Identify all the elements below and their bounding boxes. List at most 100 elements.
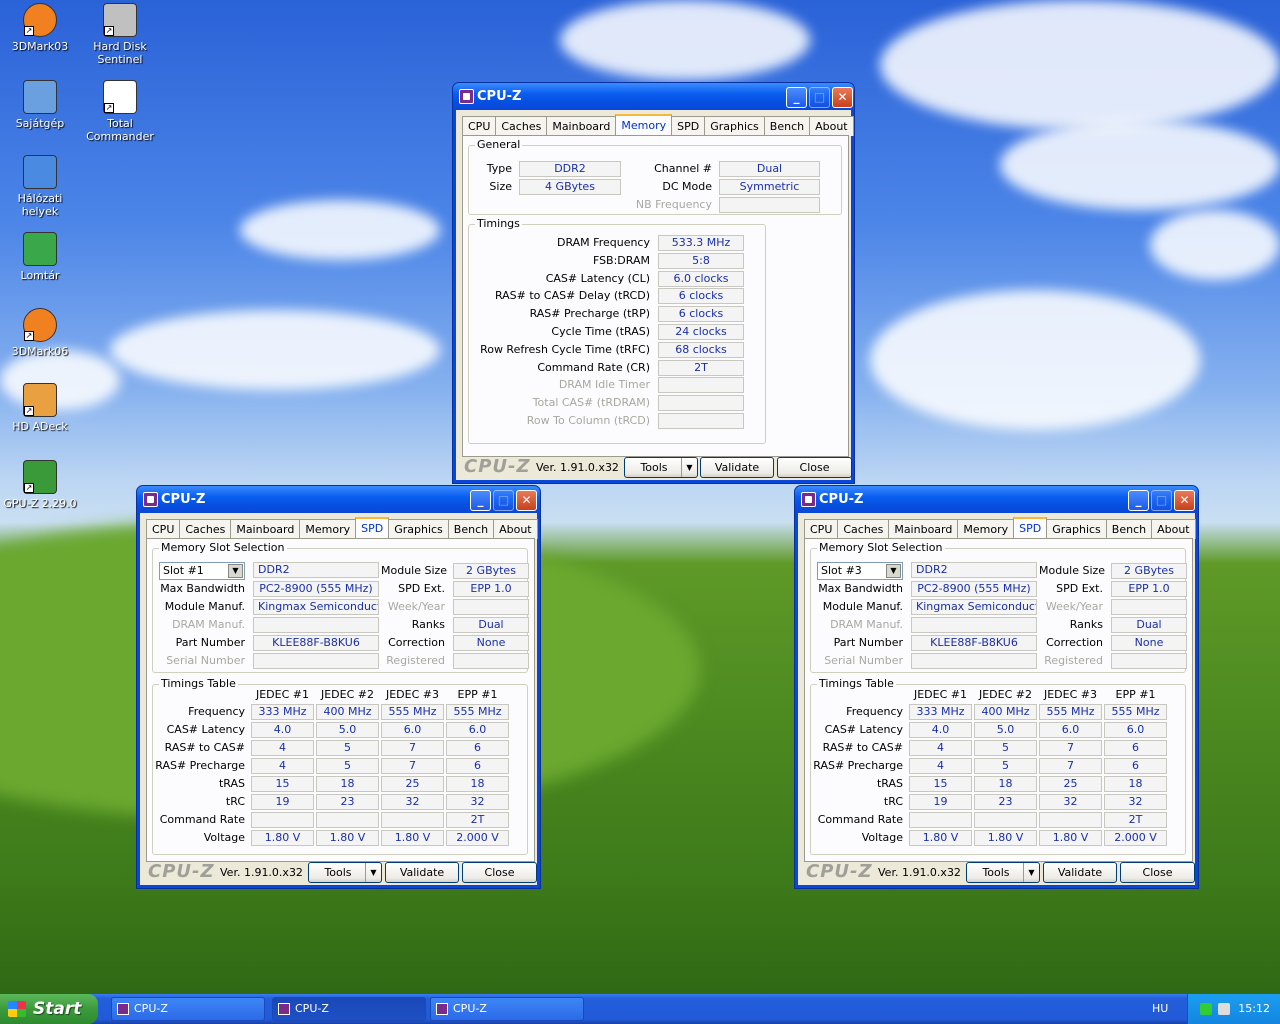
validate-button[interactable]: Validate bbox=[385, 862, 459, 883]
maximize-button: □ bbox=[809, 87, 830, 108]
timing-cell bbox=[251, 812, 314, 828]
timing-row-label: tRC bbox=[225, 795, 245, 808]
minimize-button[interactable]: _ bbox=[1128, 490, 1149, 511]
dropdown-arrow-icon[interactable]: ▼ bbox=[365, 863, 381, 882]
3dmark-icon: ↗ bbox=[23, 308, 57, 342]
tab-mainboard[interactable]: Mainboard bbox=[546, 116, 617, 136]
desktop-icon-1[interactable]: ↗ Hard Disk Sentinel bbox=[80, 3, 160, 66]
minimize-button[interactable]: _ bbox=[470, 490, 491, 511]
tab-bench[interactable]: Bench bbox=[447, 519, 495, 539]
tab-cpu[interactable]: CPU bbox=[462, 116, 497, 136]
tab-graphics[interactable]: Graphics bbox=[704, 116, 765, 136]
tab-bench[interactable]: Bench bbox=[1105, 519, 1153, 539]
timing-cell: 1.80 V bbox=[1039, 830, 1102, 846]
clock[interactable]: 15:12 bbox=[1238, 1002, 1270, 1015]
title-bar[interactable]: CPU-Z _ □ ✕ bbox=[453, 83, 854, 110]
desktop-icon-8[interactable]: ↗ GPU-Z 2.29.0 bbox=[0, 460, 80, 510]
timing-cell: 18 bbox=[1104, 776, 1167, 792]
cpuz-spd-window-1[interactable]: CPU-Z _ □ ✕ CPU Caches Mainboard Memory SPD G… bbox=[136, 485, 541, 889]
close-window-button[interactable]: ✕ bbox=[516, 490, 537, 511]
desktop-icon-4[interactable]: Hálózati helyek bbox=[0, 155, 80, 218]
desktop-icon-label: Lomtár bbox=[20, 269, 60, 282]
slot-selection-group: Memory Slot Selection Slot #3 ▼ DDR2 Max Ba… bbox=[810, 541, 1187, 673]
tab-about[interactable]: About bbox=[809, 116, 854, 136]
timing-row-label: RAS# Precharge bbox=[813, 759, 903, 772]
taskbar-item-cpuz-3[interactable]: CPU-Z bbox=[430, 997, 584, 1021]
close-button[interactable]: Close bbox=[1120, 862, 1195, 883]
tab-caches[interactable]: Caches bbox=[495, 116, 548, 136]
serial-number-label: Serial Number bbox=[166, 654, 245, 667]
tab-about[interactable]: About bbox=[493, 519, 538, 539]
tab-memory[interactable]: Memory bbox=[615, 114, 673, 136]
start-button[interactable]: Start bbox=[0, 994, 98, 1024]
tools-button[interactable]: Tools ▼ bbox=[966, 862, 1040, 883]
minimize-button[interactable]: _ bbox=[786, 87, 807, 108]
close-button[interactable]: Close bbox=[462, 862, 537, 883]
slot-select[interactable]: Slot #1 ▼ bbox=[159, 562, 245, 580]
taskbar-item-cpuz-1[interactable]: CPU-Z bbox=[111, 997, 265, 1021]
cpuz-app-icon bbox=[801, 492, 816, 507]
desktop-icon-6[interactable]: ↗ 3DMark06 bbox=[0, 308, 80, 358]
type-label: Type bbox=[486, 162, 512, 175]
tab-mainboard[interactable]: Mainboard bbox=[230, 519, 301, 539]
serial-number-value bbox=[911, 653, 1037, 669]
computer-icon bbox=[23, 80, 57, 114]
validate-button[interactable]: Validate bbox=[1043, 862, 1117, 883]
tools-button[interactable]: Tools ▼ bbox=[624, 457, 698, 478]
close-button[interactable]: Close bbox=[777, 457, 852, 478]
timing-cell: 18 bbox=[316, 776, 379, 792]
tab-memory[interactable]: Memory bbox=[957, 519, 1015, 539]
tab-spd[interactable]: SPD bbox=[355, 517, 390, 539]
chevron-down-icon[interactable]: ▼ bbox=[228, 564, 243, 578]
tab-spd[interactable]: SPD bbox=[1013, 517, 1048, 539]
tab-bench[interactable]: Bench bbox=[763, 116, 811, 136]
tab-memory[interactable]: Memory bbox=[299, 519, 357, 539]
timing-cell: 7 bbox=[1039, 740, 1102, 756]
timing-value: 24 clocks bbox=[658, 324, 744, 340]
tab-cpu[interactable]: CPU bbox=[804, 519, 839, 539]
speaker-tray-icon[interactable] bbox=[1218, 1003, 1230, 1015]
timing-cell: 25 bbox=[381, 776, 444, 792]
timing-label: FSB:DRAM bbox=[592, 253, 650, 267]
desktop-icon-0[interactable]: ↗ 3DMark03 bbox=[0, 3, 80, 53]
column-header: JEDEC #3 bbox=[1043, 688, 1097, 701]
language-indicator[interactable]: HU bbox=[1152, 1002, 1168, 1015]
part-number-label: Part Number bbox=[175, 636, 245, 649]
close-window-button[interactable]: ✕ bbox=[832, 87, 853, 108]
tab-caches[interactable]: Caches bbox=[179, 519, 232, 539]
timing-cell: 5.0 bbox=[974, 722, 1037, 738]
taskbar: Start CPU-Z CPU-Z CPU-Z HU 15:12 bbox=[0, 994, 1280, 1024]
validate-button[interactable]: Validate bbox=[700, 457, 774, 478]
dropdown-arrow-icon[interactable]: ▼ bbox=[681, 458, 697, 477]
desktop-icon-2[interactable]: Sajátgép bbox=[0, 80, 80, 130]
desktop-icon-7[interactable]: ↗ HD ADeck bbox=[0, 383, 80, 433]
network-tray-icon[interactable] bbox=[1200, 1003, 1212, 1015]
cpuz-memory-window[interactable]: CPU-Z _ □ ✕ CPU Caches Mainboard Memory SPD G… bbox=[452, 82, 855, 484]
tab-caches[interactable]: Caches bbox=[837, 519, 890, 539]
cpuz-spd-window-2[interactable]: CPU-Z _ □ ✕ CPU Caches Mainboard Memory SPD G… bbox=[794, 485, 1199, 889]
dropdown-arrow-icon[interactable]: ▼ bbox=[1023, 863, 1039, 882]
tools-button[interactable]: Tools ▼ bbox=[308, 862, 382, 883]
tab-spd[interactable]: SPD bbox=[671, 116, 706, 136]
desktop-icon-3[interactable]: ↗ Total Commander bbox=[80, 80, 160, 143]
taskbar-item-cpuz-2[interactable]: CPU-Z bbox=[272, 997, 426, 1021]
tab-graphics[interactable]: Graphics bbox=[388, 519, 449, 539]
tab-mainboard[interactable]: Mainboard bbox=[888, 519, 959, 539]
timing-cell: 7 bbox=[1039, 758, 1102, 774]
close-window-button[interactable]: ✕ bbox=[1174, 490, 1195, 511]
window-title: CPU-Z bbox=[477, 89, 522, 104]
module-size-value: 2 GBytes bbox=[453, 563, 529, 579]
title-bar[interactable]: CPU-Z _ □ ✕ bbox=[795, 486, 1198, 513]
timing-cell: 4.0 bbox=[909, 722, 972, 738]
tab-cpu[interactable]: CPU bbox=[146, 519, 181, 539]
desktop-icon-5[interactable]: Lomtár bbox=[0, 232, 80, 282]
slot-select[interactable]: Slot #3 ▼ bbox=[817, 562, 903, 580]
tab-graphics[interactable]: Graphics bbox=[1046, 519, 1107, 539]
serial-number-label: Serial Number bbox=[824, 654, 903, 667]
timing-cell: 555 MHz bbox=[381, 704, 444, 720]
tab-about[interactable]: About bbox=[1151, 519, 1196, 539]
title-bar[interactable]: CPU-Z _ □ ✕ bbox=[137, 486, 540, 513]
chevron-down-icon[interactable]: ▼ bbox=[886, 564, 901, 578]
timing-value: 68 clocks bbox=[658, 341, 744, 358]
timing-cell bbox=[909, 812, 972, 828]
